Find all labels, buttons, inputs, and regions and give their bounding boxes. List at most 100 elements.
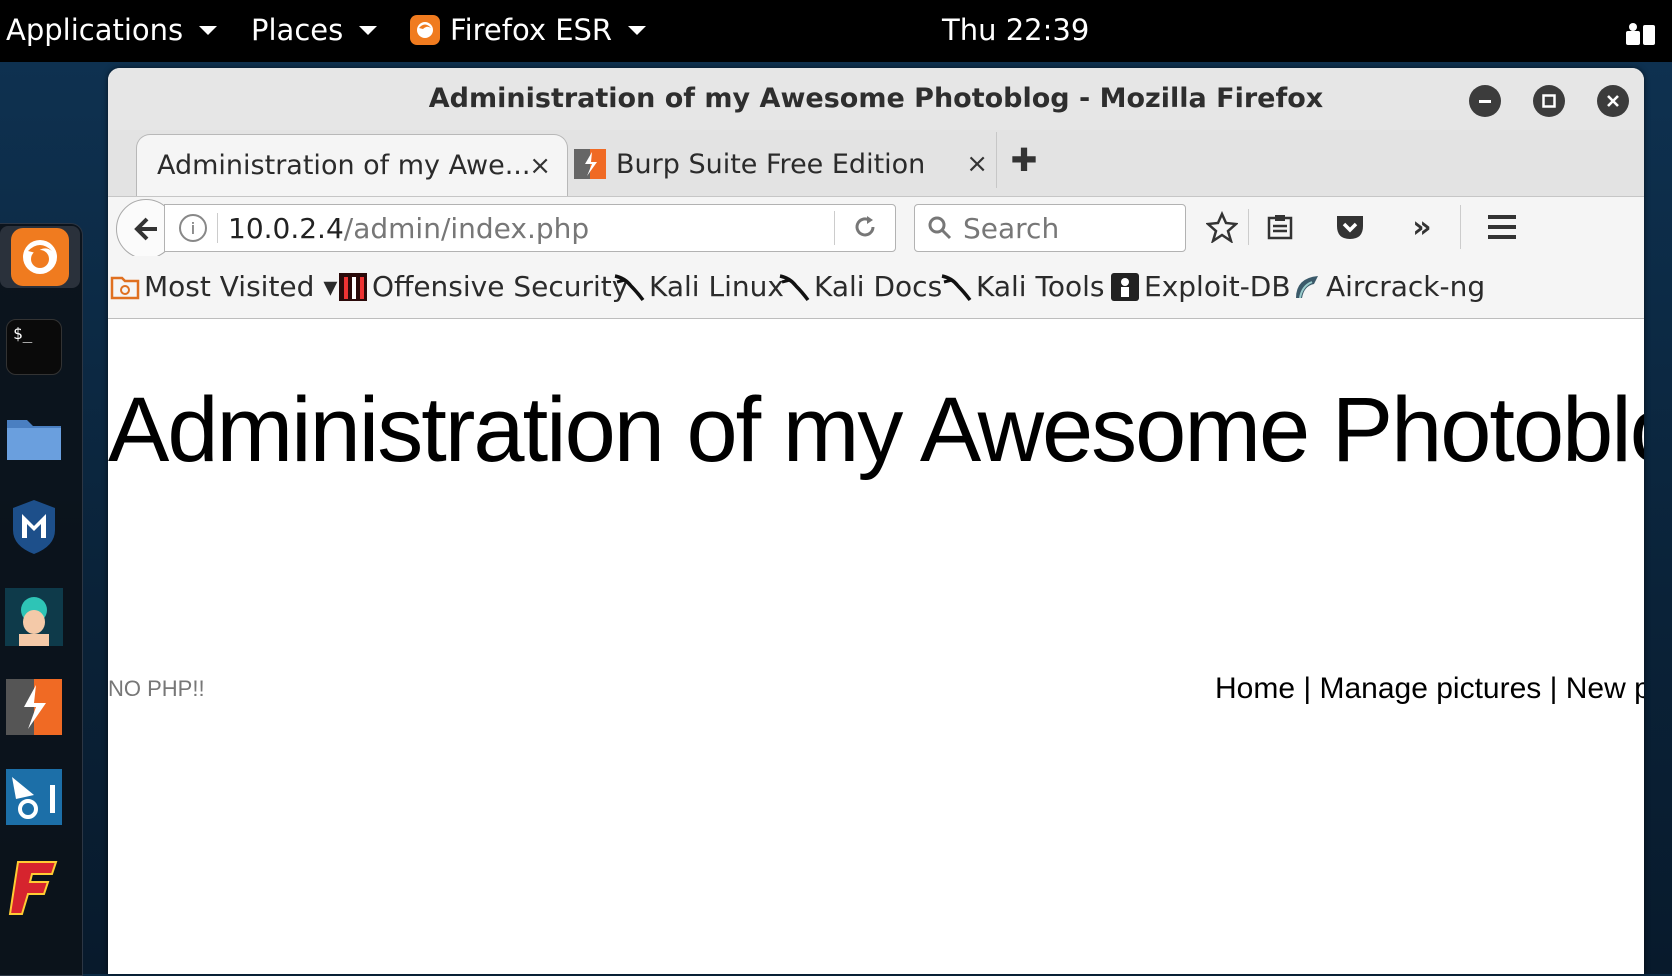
dock-files[interactable]	[4, 406, 64, 468]
close-tab-icon[interactable]: ×	[966, 149, 988, 179]
top-panel: Applications Places Firefox ESR Thu 22:3…	[0, 0, 1672, 62]
dock: $_	[0, 223, 83, 976]
nav-new-picture-link[interactable]: New picture	[1566, 672, 1644, 705]
nav-separator: |	[1295, 672, 1320, 705]
burp-suite-icon	[574, 149, 606, 179]
url-path: /admin/index.php	[343, 211, 590, 245]
places-label: Places	[251, 13, 344, 47]
star-icon	[1206, 211, 1238, 243]
bookmark-label: Most Visited ▾	[144, 270, 338, 303]
tab-admin[interactable]: Administration of my Awe... ×	[136, 134, 568, 196]
folder-icon	[7, 420, 61, 460]
search-input[interactable]: Search	[914, 204, 1186, 252]
bookmark-kali-tools[interactable]: Kali Tools	[940, 270, 1104, 303]
arrow-left-icon	[134, 217, 157, 241]
maximize-button[interactable]	[1533, 85, 1565, 117]
reading-list-button[interactable]	[1262, 209, 1298, 245]
metasploit-icon	[13, 500, 55, 554]
new-tab-button[interactable]: ✚	[996, 132, 1051, 188]
bookmark-aircrack-ng[interactable]: Aircrack-ng	[1292, 270, 1485, 303]
pocket-icon	[1337, 216, 1363, 239]
burp-suite-icon	[6, 679, 62, 735]
double-chevron-icon: »	[1412, 209, 1432, 245]
url-divider	[217, 213, 218, 243]
dock-firefox[interactable]	[0, 226, 80, 288]
faraday-icon	[8, 861, 58, 915]
info-icon[interactable]: i	[179, 214, 207, 242]
nav-separator: |	[1541, 672, 1566, 705]
firefox-app-menu[interactable]: Firefox ESR	[410, 13, 647, 47]
system-menu-icon[interactable]	[1624, 20, 1658, 54]
bookmark-label: Exploit-DB	[1144, 270, 1291, 303]
plus-icon: ✚	[1010, 141, 1038, 179]
bookmark-offensive-security[interactable]: Offensive Security	[338, 270, 628, 303]
url-divider	[834, 211, 835, 245]
bookmark-label: Offensive Security	[372, 270, 629, 303]
close-tab-icon[interactable]: ×	[529, 151, 551, 181]
nav-manage-pictures-link[interactable]: Manage pictures	[1320, 672, 1542, 705]
kali-icon	[941, 273, 972, 301]
minimize-icon	[1479, 100, 1491, 103]
chevron-down-icon	[359, 25, 378, 35]
bookmark-label: Kali Tools	[976, 270, 1105, 303]
bookmark-kali-docs[interactable]: Kali Docs	[778, 270, 942, 303]
firefox-app-label: Firefox ESR	[450, 13, 613, 47]
hamburger-icon	[1488, 215, 1516, 239]
search-placeholder: Search	[963, 211, 1060, 245]
chevron-down-icon	[628, 25, 647, 35]
folder-icon	[110, 276, 140, 299]
main-menu-button[interactable]	[1484, 209, 1520, 245]
places-menu[interactable]: Places	[251, 13, 378, 47]
bookmark-most-visited[interactable]: Most Visited ▾	[110, 270, 337, 303]
bookmarks-toolbar: Most Visited ▾ Offensive Security Kali L…	[108, 256, 1644, 319]
close-window-button[interactable]	[1597, 85, 1629, 117]
kali-icon	[614, 273, 645, 301]
dock-terminal[interactable]: $_	[4, 316, 64, 378]
page-content: Administration of my Awesome Photoblog N…	[108, 320, 1644, 974]
clock[interactable]: Thu 22:39	[942, 13, 1089, 47]
bookmark-label: Kali Docs	[814, 270, 943, 303]
bookmark-label: Kali Linux	[649, 270, 784, 303]
dock-burp-suite[interactable]	[4, 676, 64, 738]
window-titlebar[interactable]: Administration of my Awesome Photoblog -…	[108, 68, 1644, 136]
tab-burp[interactable]: Burp Suite Free Edition ×	[574, 136, 994, 192]
bookmark-star-button[interactable]	[1204, 209, 1240, 245]
no-php-notice: NO PHP!!	[108, 676, 205, 701]
reload-icon[interactable]	[851, 213, 879, 248]
toolbar-divider	[1248, 209, 1249, 245]
overflow-button[interactable]: »	[1404, 209, 1440, 245]
aircrack-icon	[1296, 275, 1318, 298]
bookmark-exploit-db[interactable]: Exploit-DB	[1110, 270, 1291, 303]
firefox-icon	[410, 15, 440, 45]
window-title: Administration of my Awesome Photoblog -…	[428, 83, 1324, 114]
clipboard-icon	[1267, 215, 1293, 240]
firefox-window: Administration of my Awesome Photoblog -…	[108, 68, 1644, 974]
beef-icon	[6, 769, 62, 825]
dock-metasploit[interactable]	[4, 496, 64, 558]
page-heading: Administration of my Awesome Photoblog	[108, 379, 1644, 481]
search-icon	[927, 215, 953, 241]
tab-admin-label: Administration of my Awe...	[157, 150, 531, 181]
offsec-icon	[339, 272, 367, 301]
dock-faraday[interactable]	[4, 856, 64, 918]
dock-beef[interactable]	[4, 766, 64, 828]
nav-home-link[interactable]: Home	[1215, 672, 1295, 705]
pocket-button[interactable]	[1332, 209, 1368, 245]
kali-icon	[779, 273, 810, 301]
toolbar-divider	[1460, 205, 1461, 249]
navigation-toolbar: i 10.0.2.4/admin/index.php Search »	[108, 196, 1644, 259]
bookmark-label: Aircrack-ng	[1326, 270, 1486, 303]
terminal-icon: $_	[6, 319, 62, 375]
exploitdb-icon	[1111, 272, 1139, 301]
url-host: 10.0.2.4	[228, 211, 344, 245]
applications-menu[interactable]: Applications	[6, 13, 218, 47]
chevron-down-icon	[199, 25, 218, 35]
tab-burp-label: Burp Suite Free Edition	[616, 148, 926, 180]
minimize-button[interactable]	[1469, 85, 1501, 117]
url-bar[interactable]: i 10.0.2.4/admin/index.php	[164, 204, 896, 252]
firefox-icon	[11, 228, 69, 286]
armitage-icon	[5, 588, 63, 646]
dock-armitage[interactable]	[4, 586, 64, 648]
admin-nav: Home | Manage pictures | New picture	[1215, 672, 1644, 706]
bookmark-kali-linux[interactable]: Kali Linux	[613, 270, 784, 303]
